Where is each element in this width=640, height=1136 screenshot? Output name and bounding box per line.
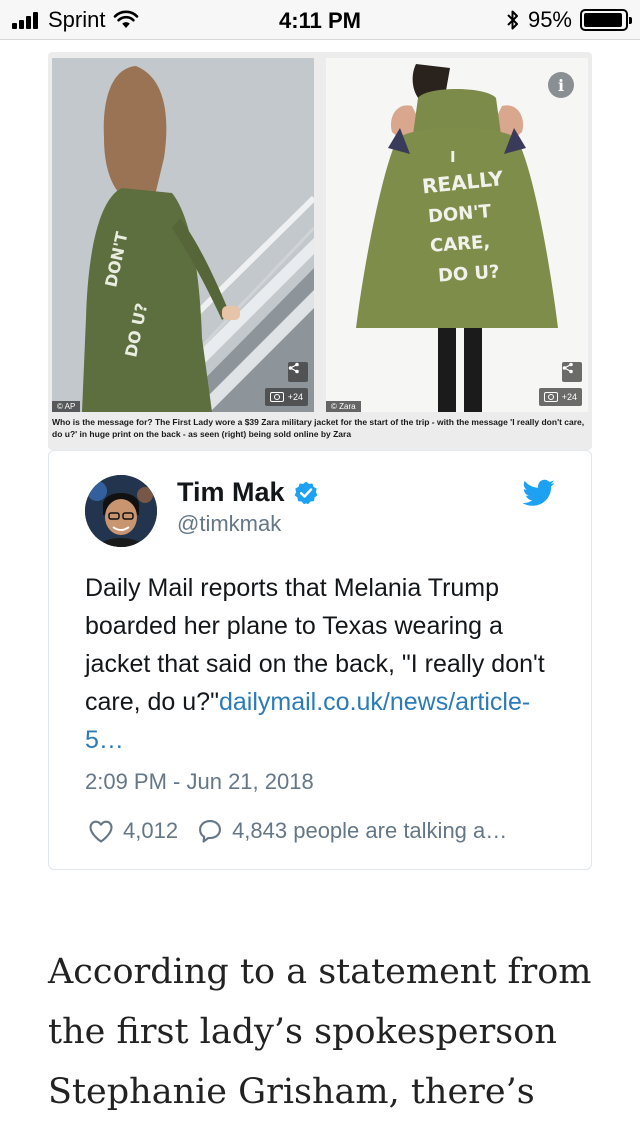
gallery-button-right[interactable]: +24 — [538, 388, 582, 406]
tweet-timestamp[interactable]: 2:09 PM - Jun 21, 2018 — [85, 769, 314, 795]
tweet-actions: 4,012 4,843 people are talking a… — [87, 817, 507, 845]
info-icon[interactable]: i — [548, 72, 574, 98]
tweet-embed[interactable]: Tim Mak @timkmak Daily Mail reports that… — [48, 450, 592, 870]
share-icon — [288, 362, 299, 374]
camera-icon — [543, 392, 558, 402]
battery-fill — [584, 13, 622, 27]
photo-right-illustration: I REALLY DON'T CARE, DO U? — [326, 58, 588, 412]
twitter-bird-icon[interactable] — [523, 479, 555, 507]
tweet-handle[interactable]: @timkmak — [177, 511, 281, 537]
like-count[interactable]: 4,012 — [123, 818, 178, 844]
gallery-count: +24 — [287, 392, 303, 402]
battery-icon — [580, 9, 632, 31]
share-icon — [562, 362, 573, 374]
heart-icon[interactable] — [87, 817, 115, 845]
jacket-text-line-1: I — [450, 148, 456, 166]
gallery-count: +24 — [561, 392, 577, 402]
battery-percent: 95% — [527, 7, 572, 32]
bluetooth-icon — [507, 10, 518, 30]
camera-icon — [269, 392, 284, 402]
jacket-text-line-4: CARE, — [429, 232, 490, 257]
image-caption: Who is the message for? The First Lady w… — [52, 417, 585, 439]
reply-bubble-icon[interactable] — [196, 817, 224, 845]
tweet-text: Daily Mail reports that Melania Trump bo… — [85, 569, 565, 759]
verified-badge-icon — [294, 481, 317, 504]
author-name-text: Tim Mak — [177, 477, 285, 507]
share-button-right[interactable] — [562, 362, 582, 382]
status-bar: Sprint 4:11 PM 95% — [0, 0, 640, 40]
jacket-text-line-5: DO U? — [437, 261, 500, 286]
gallery-button-left[interactable]: +24 — [264, 388, 308, 406]
photo-right[interactable]: I REALLY DON'T CARE, DO U? i +24 © Zara — [326, 58, 588, 412]
conversation-count[interactable]: 4,843 people are talking a… — [232, 818, 507, 844]
tweet-author[interactable]: Tim Mak — [177, 477, 319, 508]
share-button-left[interactable] — [288, 362, 308, 382]
article-image-card: DON'T DO U? +24 © AP I REALLY DON'T CARE… — [48, 52, 592, 450]
photo-credit-right: © Zara — [326, 401, 361, 412]
article-paragraph: According to a statement from the first … — [48, 952, 592, 1112]
status-bar-right: 95% — [506, 7, 632, 32]
photo-left[interactable]: DON'T DO U? +24 © AP — [52, 58, 314, 412]
photo-credit-left: © AP — [52, 401, 81, 412]
avatar-image — [85, 475, 157, 547]
avatar[interactable] — [85, 475, 157, 547]
photo-left-illustration: DON'T DO U? — [52, 58, 314, 412]
